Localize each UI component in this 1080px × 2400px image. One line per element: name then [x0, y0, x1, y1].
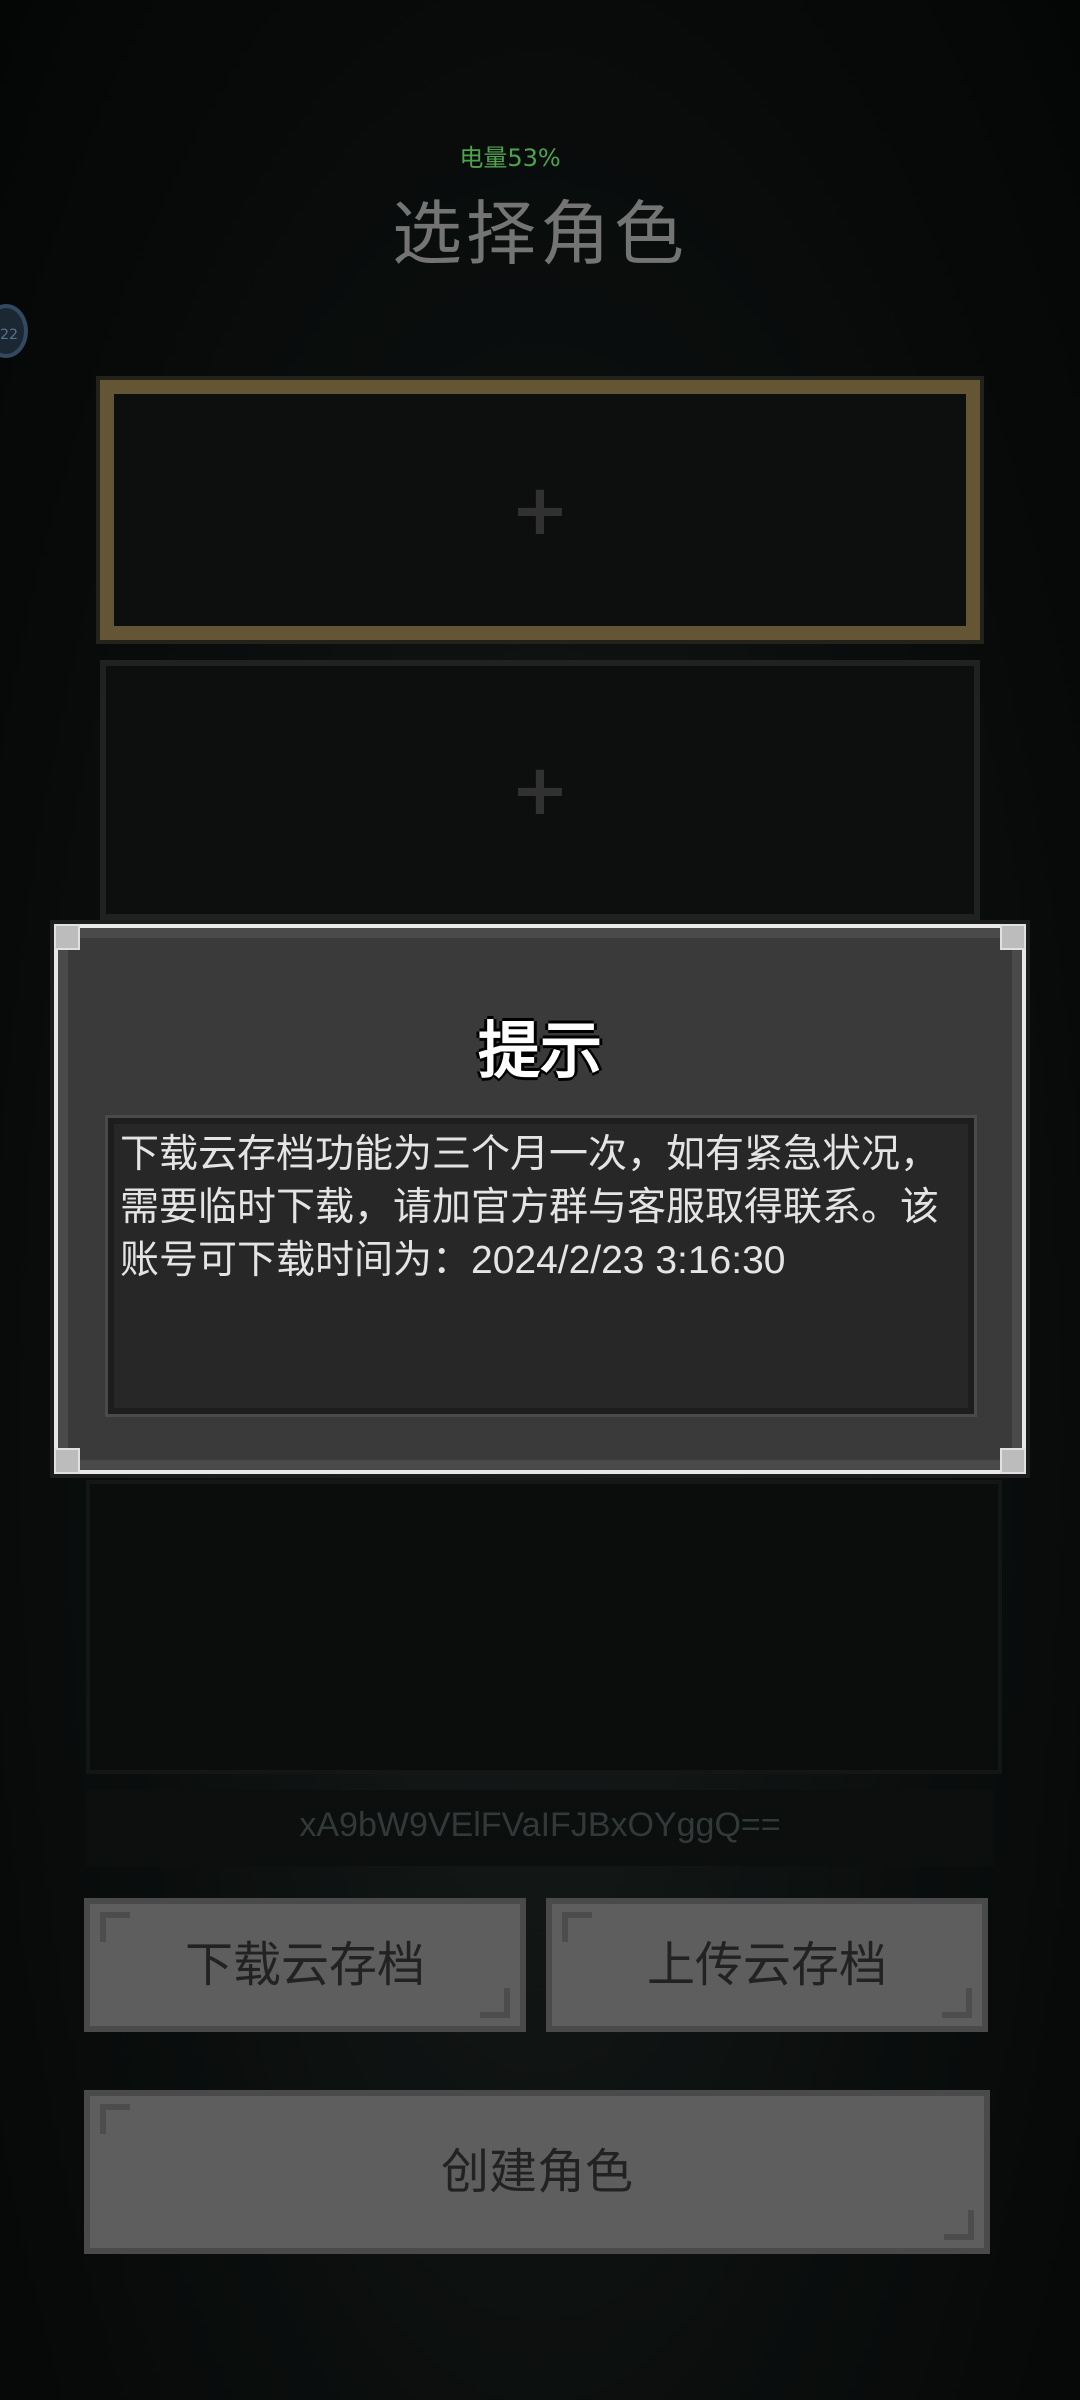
corner-ornament-icon — [54, 1448, 80, 1474]
dialog-message: 下载云存档功能为三个月一次，如有紧急状况，需要临时下载，请加官方群与客服取得联系… — [108, 1118, 974, 1414]
corner-ornament-icon — [54, 924, 80, 950]
corner-ornament-icon — [1000, 1448, 1026, 1474]
corner-ornament-icon — [1000, 924, 1026, 950]
dialog-title: 提示 — [477, 1014, 602, 1087]
notice-dialog: 提示 下载云存档功能为三个月一次，如有紧急状况，需要临时下载，请加官方群与客服取… — [54, 924, 1026, 1474]
